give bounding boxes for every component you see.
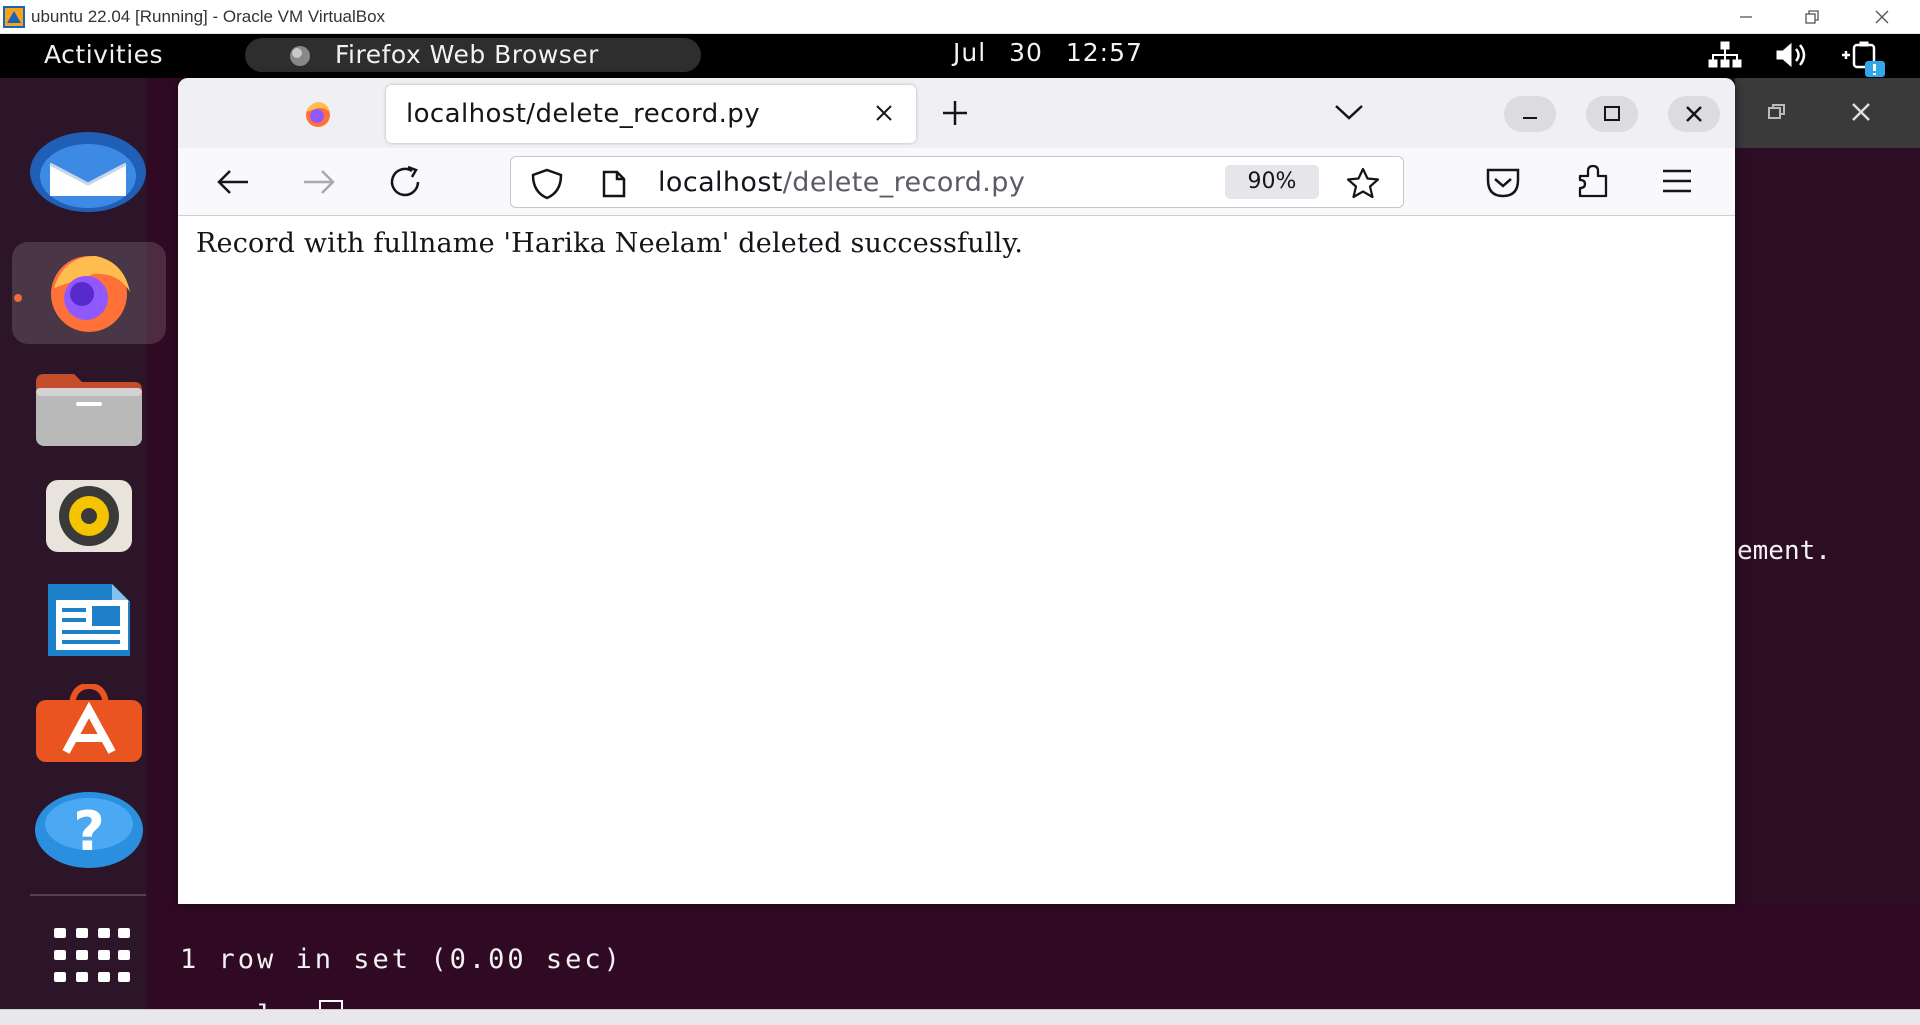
- forward-icon[interactable]: [300, 164, 338, 200]
- delete-result-message: Record with fullname 'Harika Neelam' del…: [196, 228, 1024, 259]
- show-applications-button[interactable]: [12, 912, 164, 1000]
- firefox-window[interactable]: localhost/delete_record.py localhost/del…: [178, 78, 1735, 904]
- close-tab-icon[interactable]: [873, 102, 895, 124]
- dock-separator: [30, 894, 146, 896]
- tab-bar: localhost/delete_record.py: [178, 78, 1735, 148]
- close-button[interactable]: [1668, 96, 1720, 132]
- zoom-level-button[interactable]: 90%: [1225, 165, 1319, 199]
- guest-desktop: Activities Firefox Web Browser Jul 30 12…: [0, 34, 1920, 1009]
- extensions-icon[interactable]: [1574, 162, 1612, 202]
- host-taskbar: [0, 1009, 1920, 1025]
- new-tab-icon[interactable]: [938, 96, 972, 130]
- minimize-button[interactable]: [1504, 96, 1556, 132]
- host-restore-button[interactable]: [1782, 0, 1842, 34]
- maximize-button[interactable]: [1586, 96, 1638, 132]
- close-icon: [1875, 10, 1889, 24]
- close-icon[interactable]: [1847, 98, 1875, 126]
- url-text[interactable]: localhost/delete_record.py: [658, 167, 1025, 198]
- firefox-view-icon[interactable]: [300, 98, 336, 130]
- window-title: ubuntu 22.04 [Running] - Oracle VM Virtu…: [31, 7, 386, 26]
- page-info-icon[interactable]: [599, 169, 629, 199]
- pocket-icon[interactable]: [1484, 164, 1522, 200]
- dock: ?: [0, 78, 166, 1009]
- url-bar[interactable]: localhost/delete_record.py 90%: [510, 156, 1404, 208]
- back-icon[interactable]: [214, 164, 252, 200]
- app-menu-label: Firefox Web Browser: [335, 40, 599, 69]
- dock-libreoffice-writer[interactable]: [12, 574, 164, 674]
- host-close-button[interactable]: [1852, 0, 1912, 34]
- chevron-down-icon[interactable]: [1332, 100, 1366, 124]
- url-host: localhost: [658, 167, 783, 198]
- dock-firefox[interactable]: [12, 242, 166, 344]
- thunderbird-icon: [30, 132, 146, 212]
- activities-button[interactable]: Activities: [44, 40, 163, 69]
- restore-icon[interactable]: [1765, 100, 1789, 124]
- minimize-icon: [1523, 117, 1537, 119]
- app-menu-button[interactable]: Firefox Web Browser: [245, 38, 701, 72]
- dock-ubuntu-software[interactable]: [12, 678, 164, 778]
- clock[interactable]: Jul 30 12:57: [953, 38, 1143, 67]
- restore-icon: [1805, 10, 1819, 24]
- terminal-line: 1 row in set (0.00 sec): [180, 944, 623, 975]
- page-content: Record with fullname 'Harika Neelam' del…: [178, 216, 1735, 904]
- url-path: /delete_record.py: [782, 167, 1026, 198]
- dock-help[interactable]: ?: [12, 784, 164, 884]
- navigation-toolbar: localhost/delete_record.py 90%: [178, 148, 1735, 216]
- close-icon: [1686, 106, 1702, 122]
- folder-icon: [36, 374, 142, 446]
- firefox-icon: [290, 46, 310, 66]
- rhythmbox-icon: [46, 480, 132, 552]
- host-minimize-button[interactable]: [1716, 0, 1776, 34]
- firefox-icon: [51, 256, 130, 332]
- virtualbox-titlebar: ubuntu 22.04 [Running] - Oracle VM Virtu…: [0, 0, 1920, 34]
- dock-thunderbird[interactable]: [12, 124, 164, 224]
- terminal-headerbar: [1735, 78, 1920, 148]
- volume-icon[interactable]: [1774, 41, 1812, 73]
- dock-files[interactable]: [12, 360, 164, 460]
- app-grid-icon: [54, 928, 130, 982]
- maximize-icon: [1604, 106, 1620, 121]
- mysql-prompt: mysql>: [180, 1000, 296, 1009]
- tracking-protection-shield-icon[interactable]: [529, 168, 565, 200]
- terminal-output-fragment: ement.: [1737, 536, 1831, 566]
- terminal-prompt-line: mysql>: [180, 1000, 343, 1009]
- help-icon: ?: [35, 792, 143, 868]
- svg-text:?: ?: [73, 800, 104, 863]
- reload-icon[interactable]: [386, 164, 426, 200]
- virtualbox-logo-icon: [3, 6, 25, 28]
- tab-delete-record[interactable]: localhost/delete_record.py: [386, 85, 916, 143]
- tab-title: localhost/delete_record.py: [406, 99, 760, 129]
- dock-rhythmbox[interactable]: [12, 468, 164, 568]
- terminal-cursor: [318, 1000, 343, 1009]
- minimize-icon: [1740, 16, 1752, 18]
- hamburger-menu-icon[interactable]: [1660, 166, 1694, 196]
- network-icon[interactable]: [1706, 41, 1744, 73]
- bookmark-star-icon[interactable]: [1345, 166, 1381, 200]
- ubuntu-software-icon: [36, 684, 142, 762]
- terminal-output[interactable]: 1 row in set (0.00 sec) mysql>: [146, 904, 1920, 1009]
- gnome-top-bar: Activities Firefox Web Browser Jul 30 12…: [0, 34, 1920, 78]
- libreoffice-writer-icon: [48, 584, 130, 656]
